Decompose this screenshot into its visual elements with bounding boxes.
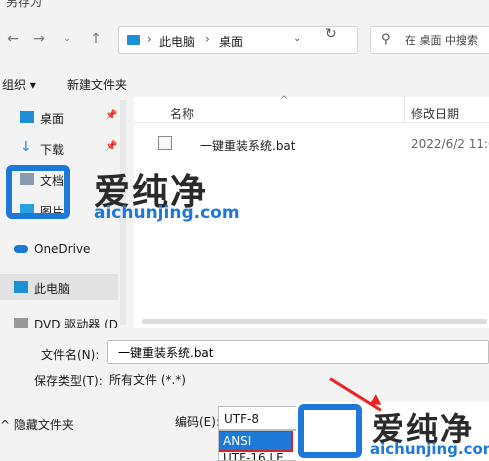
search-icon: ⚲ <box>381 32 391 47</box>
up-arrow-icon[interactable]: ↑ <box>85 28 107 50</box>
search-input[interactable] <box>405 31 489 49</box>
column-divider[interactable] <box>404 97 405 123</box>
hide-folders-label: 隐藏文件夹 <box>13 418 74 432</box>
new-folder-button[interactable]: 新建文件夹 <box>67 76 127 93</box>
column-name[interactable]: 名称 <box>170 105 194 122</box>
sort-up-icon: ^ <box>280 95 289 106</box>
filename-label: 文件名(N): <box>41 348 100 362</box>
file-date: 2022/6/2 11:0 <box>411 137 489 151</box>
organize-button[interactable]: 组织 ▾ <box>2 76 36 93</box>
sidebar-item-dvd[interactable]: DVD 驱动器 (D:) <box>0 314 118 328</box>
desktop-icon <box>20 111 34 123</box>
toolbar: 组织 ▾ 新建文件夹 <box>0 70 489 96</box>
forward-arrow-icon[interactable]: → <box>28 28 50 50</box>
sidebar-item-label: 桌面 <box>40 112 65 126</box>
title-bar: 另存为 <box>0 0 489 10</box>
encoding-option-utf16le[interactable]: UTF-16 LE <box>223 451 284 460</box>
sidebar-item-onedrive[interactable]: OneDrive <box>0 236 118 262</box>
watermark-en: aichunjing.com <box>370 440 489 458</box>
pin-icon[interactable]: 📌 <box>105 141 117 152</box>
encoding-select[interactable]: UTF-8 <box>218 406 298 430</box>
watermark-logo-icon <box>6 165 70 219</box>
encoding-value: UTF-8 <box>224 412 259 426</box>
filename-input[interactable] <box>118 344 478 360</box>
watermark-en: aichunjing.com <box>94 203 240 223</box>
column-date[interactable]: 修改日期 <box>411 105 459 122</box>
sidebar-item-label: OneDrive <box>34 242 91 256</box>
breadcrumb-desktop[interactable]: 桌面 <box>219 33 243 50</box>
sidebar-item-label: 此电脑 <box>34 282 71 296</box>
pin-icon[interactable]: 📌 <box>105 110 117 121</box>
back-arrow-icon[interactable]: ← <box>2 28 24 50</box>
sidebar-item-label: DVD 驱动器 (D:) <box>34 318 118 328</box>
encoding-dropdown: ANSI UTF-16 LE <box>218 430 298 461</box>
sidebar-item-downloads[interactable]: ↓ 下载 📌 <box>0 135 118 161</box>
address-dropdown-icon[interactable]: ⌄ <box>293 33 301 44</box>
pc-icon <box>14 281 28 293</box>
chevron-right-icon[interactable]: › <box>147 32 152 46</box>
filename-field[interactable] <box>107 340 489 364</box>
window-title: 另存为 <box>6 0 43 9</box>
chevron-up-icon: ^ <box>0 418 14 432</box>
sidebar-item-this-pc[interactable]: 此电脑 <box>0 274 118 300</box>
bat-file-icon <box>158 136 172 150</box>
horizontal-scrollbar[interactable] <box>142 319 487 324</box>
address-bar[interactable]: › 此电脑 › 桌面 <box>118 26 358 54</box>
watermark: 爱纯净 aichunjing.com <box>296 402 489 461</box>
filetype-label: 保存类型(T): <box>34 374 103 388</box>
cloud-icon <box>14 245 28 253</box>
watermark: 爱纯净 aichunjing.com <box>6 165 240 225</box>
sidebar-item-desktop[interactable]: 桌面 📌 <box>0 104 118 130</box>
download-icon: ↓ <box>20 139 32 155</box>
column-header: ^ 名称 修改日期 <box>134 95 489 123</box>
watermark-logo-icon <box>298 404 362 458</box>
breadcrumb-this-pc[interactable]: 此电脑 <box>159 33 195 50</box>
filetype-select[interactable]: 所有文件 (*.*) <box>107 366 489 390</box>
refresh-icon[interactable]: ↻ <box>325 26 337 42</box>
pc-icon <box>127 35 140 45</box>
table-row[interactable]: 一键重装系统.bat 2022/6/2 11:0 <box>134 133 489 155</box>
search-box[interactable]: ⚲ <box>370 26 489 54</box>
address-row: ← → ⌄ ↑ › 此电脑 › 桌面 ⌄ ↻ ⚲ <box>0 20 489 60</box>
hide-folders-button[interactable]: ^ 隐藏文件夹 <box>0 416 74 433</box>
encoding-label: 编码(E): <box>175 415 220 429</box>
recent-chevron-icon[interactable]: ⌄ <box>56 28 78 50</box>
encoding-option-ansi[interactable]: ANSI <box>219 431 293 452</box>
dvd-icon <box>14 318 28 328</box>
file-name: 一键重装系统.bat <box>200 139 296 153</box>
sidebar-item-label: 下载 <box>40 143 65 157</box>
chevron-right-icon[interactable]: › <box>205 32 210 46</box>
